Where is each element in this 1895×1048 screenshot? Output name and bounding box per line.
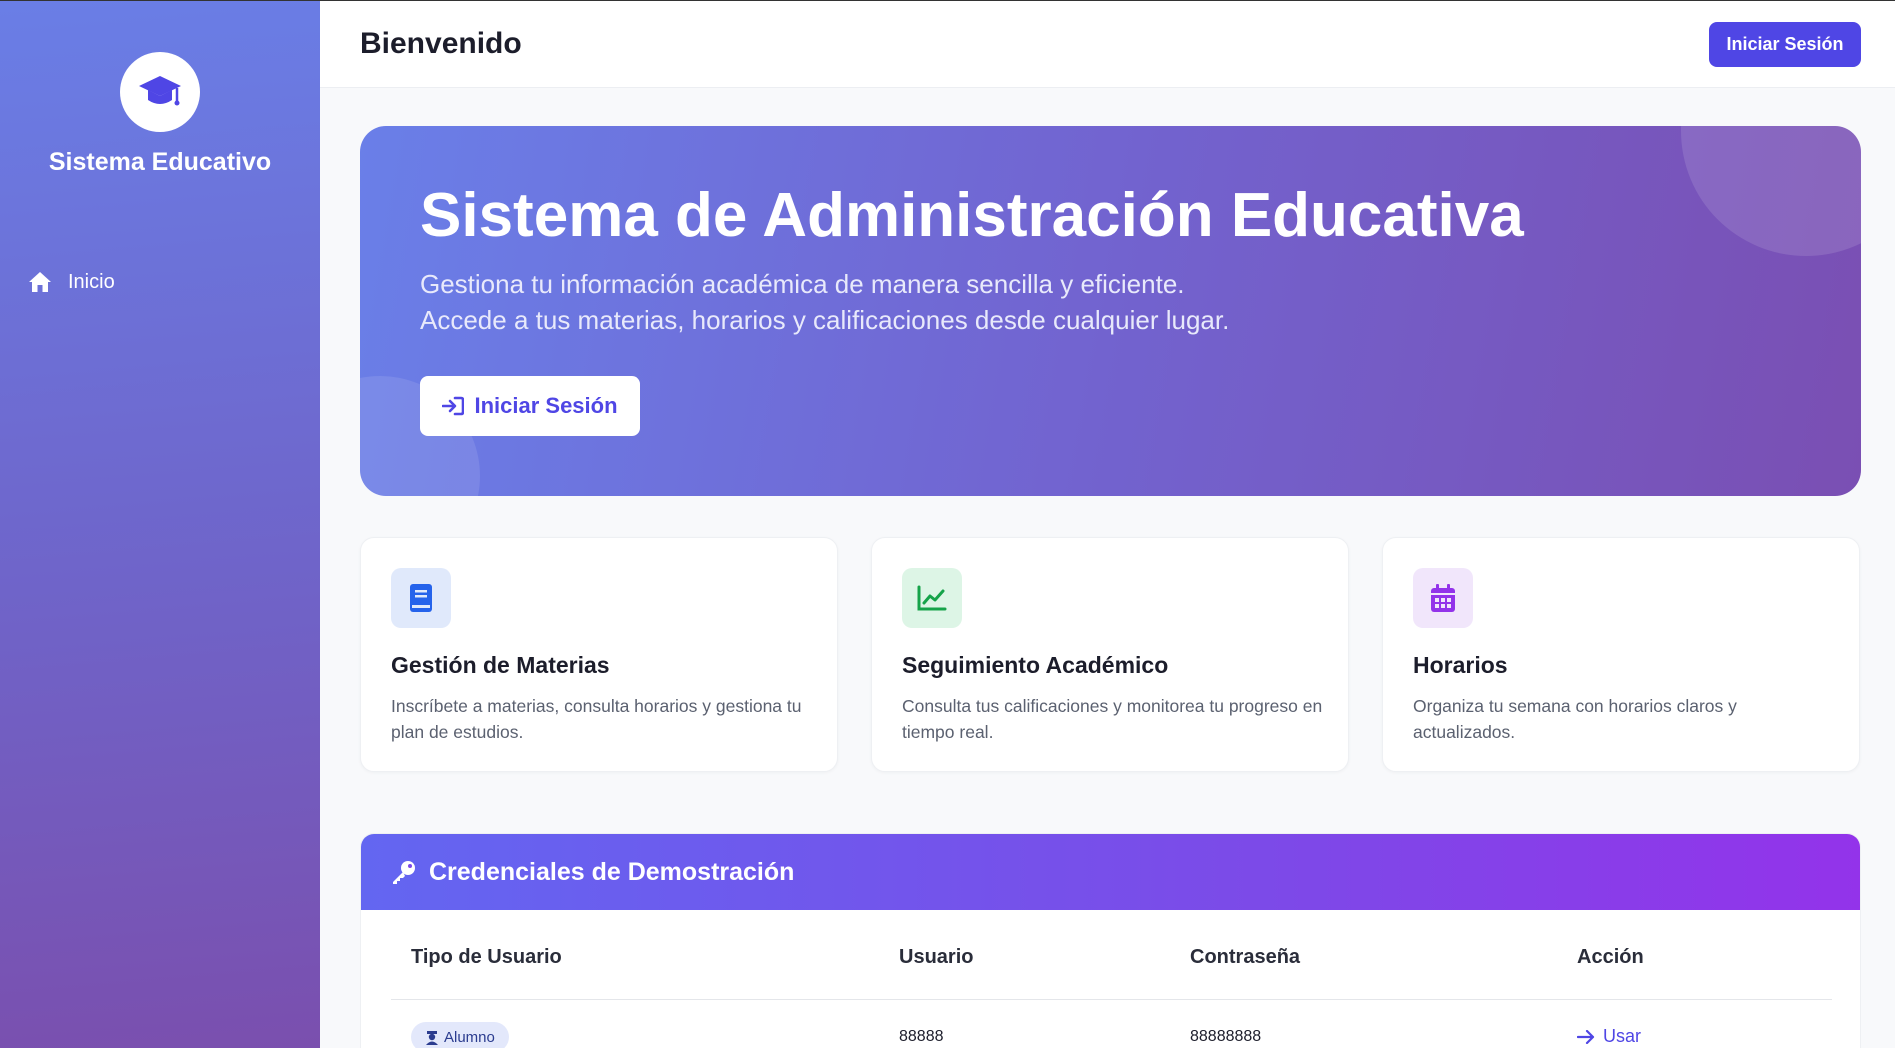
key-icon — [393, 861, 415, 884]
table-divider — [391, 999, 1832, 1000]
sidebar-item-inicio[interactable]: Inicio — [28, 267, 115, 297]
feature-title: Gestión de Materias — [391, 652, 610, 678]
credential-password: 88888888 — [1190, 1028, 1262, 1045]
user-type-badge: Alumno — [411, 1022, 509, 1048]
page-title: Bienvenido — [360, 27, 522, 60]
chart-line-icon — [917, 585, 947, 611]
hero-subtitle-line: Gestiona tu información académica de man… — [420, 269, 1185, 299]
feature-description: Consulta tus calificaciones y monitorea … — [902, 696, 1323, 742]
hero-banner: Sistema de Administración Educativa Gest… — [360, 126, 1861, 496]
sidebar: Sistema Educativo Inicio — [0, 0, 320, 1048]
column-header-tipo: Tipo de Usuario — [411, 946, 562, 968]
credentials-header: Credenciales de Demostración — [361, 834, 1860, 910]
header-login-button[interactable]: Iniciar Sesión — [1709, 22, 1861, 67]
column-header-usuario: Usuario — [899, 946, 974, 968]
arrow-right-icon — [1577, 1029, 1595, 1044]
credentials-title: Credenciales de Demostración — [429, 857, 795, 886]
hero-subtitle: Gestiona tu información académica de man… — [420, 266, 1229, 338]
feature-icon-box — [902, 568, 962, 628]
top-bar: Bienvenido Iniciar Sesión — [320, 0, 1895, 88]
brand-logo — [120, 52, 200, 132]
hero-login-button[interactable]: Iniciar Sesión — [420, 376, 640, 436]
feature-card-seguimiento: Seguimiento Académico Consulta tus calif… — [871, 537, 1349, 772]
home-icon — [29, 272, 51, 292]
graduation-cap-icon — [139, 76, 181, 106]
feature-icon-box — [1413, 568, 1473, 628]
brand-title: Sistema Educativo — [48, 148, 272, 176]
hero-title: Sistema de Administración Educativa — [420, 181, 1524, 250]
feature-card-materias: Gestión de Materias Inscríbete a materia… — [360, 537, 838, 772]
column-header-contrasena: Contraseña — [1190, 946, 1301, 968]
feature-description: Inscríbete a materias, consulta horarios… — [391, 696, 802, 742]
use-credentials-label: Usar — [1603, 1026, 1642, 1046]
calendar-icon — [1431, 584, 1455, 612]
student-icon — [426, 1030, 438, 1045]
use-credentials-link[interactable]: Usar — [1577, 1026, 1641, 1047]
feature-description: Organiza tu semana con horarios claros y… — [1413, 696, 1737, 742]
feature-title: Seguimiento Académico — [902, 652, 1169, 678]
feature-title: Horarios — [1413, 652, 1508, 678]
hero-subtitle-line: Accede a tus materias, horarios y califi… — [420, 305, 1230, 335]
sign-in-icon — [442, 396, 465, 416]
column-header-accion: Acción — [1577, 946, 1644, 968]
feature-icon-box — [391, 568, 451, 628]
sidebar-item-label: Inicio — [68, 270, 115, 293]
credentials-panel: Credenciales de Demostración Tipo de Usu… — [360, 833, 1861, 1048]
hero-login-label: Iniciar Sesión — [474, 393, 618, 418]
book-icon — [410, 584, 432, 612]
hero-decoration — [1681, 126, 1861, 256]
feature-card-horarios: Horarios Organiza tu semana con horarios… — [1382, 537, 1860, 772]
user-type-label: Alumno — [444, 1028, 495, 1046]
credential-user: 88888 — [899, 1028, 944, 1045]
